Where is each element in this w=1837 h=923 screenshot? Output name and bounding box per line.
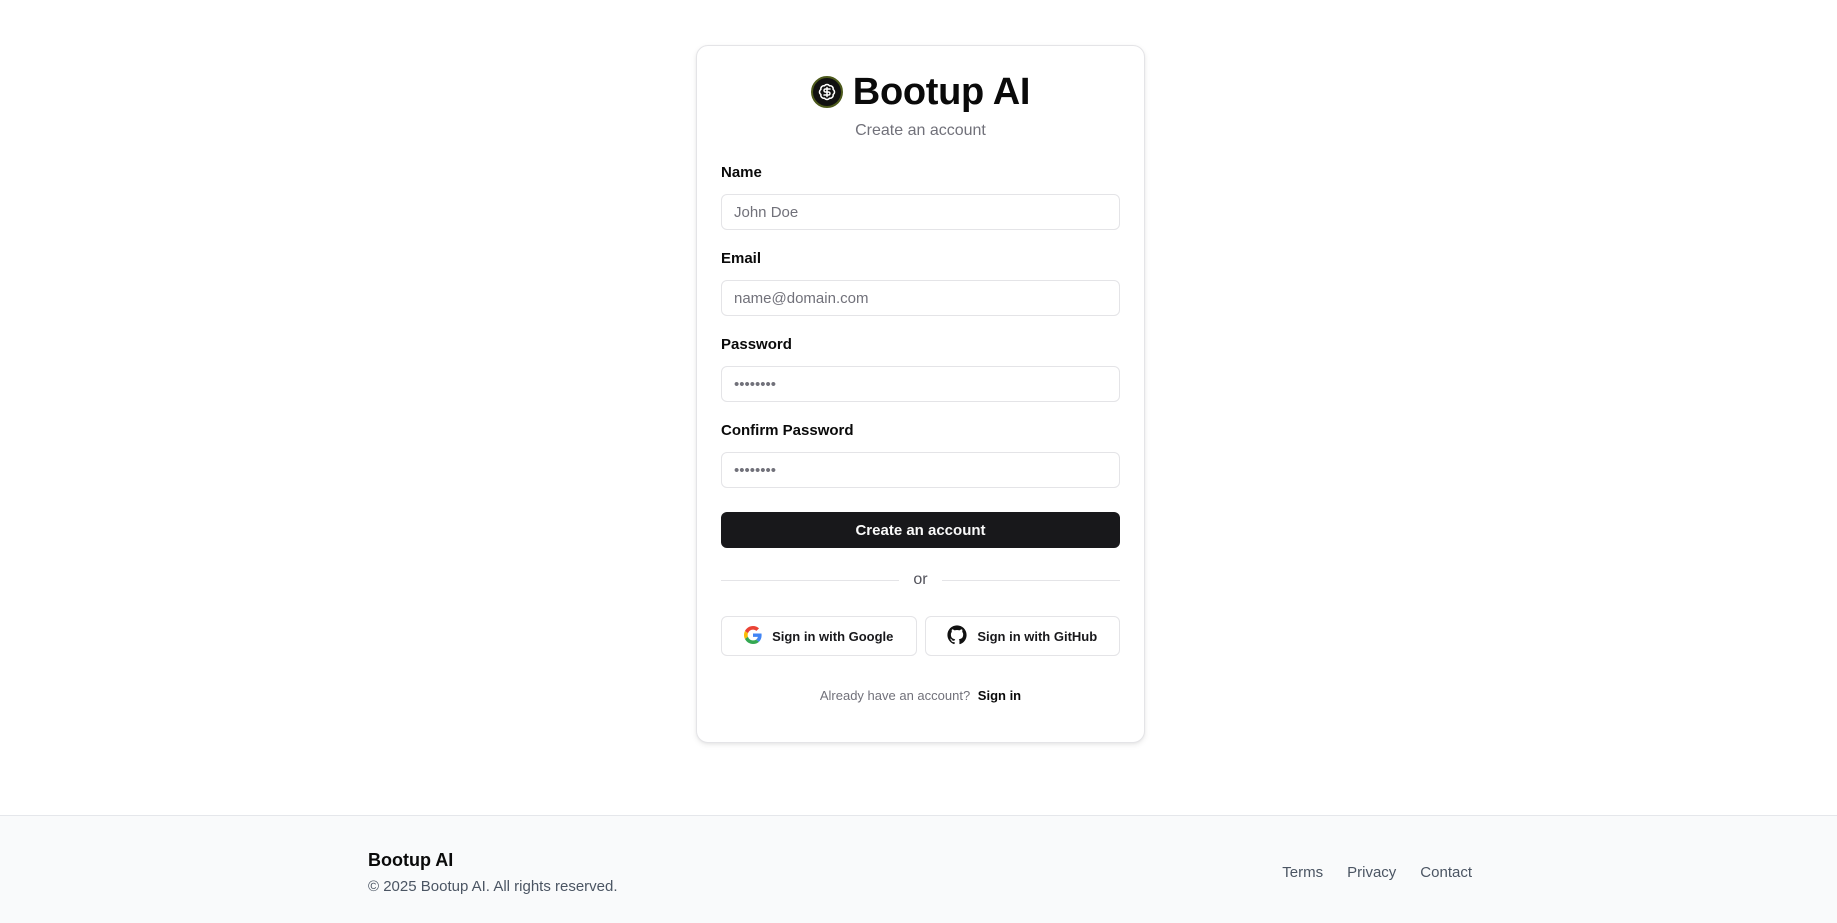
- site-footer: Bootup AI © 2025 Bootup AI. All rights r…: [0, 815, 1837, 923]
- name-field-group: Name: [721, 164, 1120, 230]
- brand-name: Bootup AI: [852, 71, 1031, 113]
- form-subtitle: Create an account: [855, 122, 986, 139]
- password-field-group: Password: [721, 336, 1120, 402]
- badge-dollar-icon: [810, 76, 843, 108]
- confirm-password-input[interactable]: [721, 452, 1120, 488]
- social-buttons: Sign in with Google Sign in with GitHub: [721, 616, 1120, 656]
- or-divider: or: [721, 570, 1121, 590]
- signin-link[interactable]: Sign in: [978, 688, 1021, 703]
- divider-line-right: [941, 579, 1121, 581]
- github-icon: [947, 624, 967, 648]
- footer-link-privacy[interactable]: Privacy: [1347, 864, 1396, 881]
- confirm-password-label: Confirm Password: [721, 422, 854, 439]
- signup-page: Bootup AI Create an account Name Email P…: [0, 0, 1837, 923]
- footer-nav: Terms Privacy Contact: [1282, 864, 1472, 881]
- email-label: Email: [721, 250, 762, 267]
- google-signin-label: Sign in with Google: [772, 628, 894, 644]
- create-account-button[interactable]: Create an account: [721, 512, 1120, 548]
- footer-brand: Bootup AI: [368, 850, 454, 870]
- password-input[interactable]: [721, 366, 1120, 402]
- divider-text: or: [913, 571, 928, 588]
- footer-copyright: © 2025 Bootup AI. All rights reserved.: [368, 878, 618, 895]
- brand-header: Bootup AI: [721, 68, 1120, 116]
- name-label: Name: [721, 164, 762, 181]
- google-signin-button[interactable]: Sign in with Google: [721, 616, 917, 656]
- email-field-group: Email: [721, 250, 1120, 316]
- have-account-text: Already have an account?: [819, 688, 971, 703]
- password-label: Password: [721, 336, 792, 353]
- github-signin-label: Sign in with GitHub: [977, 628, 1098, 644]
- divider-line-left: [721, 579, 900, 581]
- confirm-password-field-group: Confirm Password: [721, 422, 1120, 488]
- github-signin-button[interactable]: Sign in with GitHub: [924, 616, 1120, 656]
- footer-link-contact[interactable]: Contact: [1420, 864, 1472, 881]
- signup-card: Bootup AI Create an account Name Email P…: [696, 45, 1145, 743]
- name-input[interactable]: [721, 194, 1120, 230]
- email-input[interactable]: [721, 280, 1120, 316]
- footer-link-terms[interactable]: Terms: [1282, 864, 1323, 881]
- google-icon: [744, 625, 762, 647]
- signin-prompt: Already have an account? Sign in: [721, 688, 1120, 703]
